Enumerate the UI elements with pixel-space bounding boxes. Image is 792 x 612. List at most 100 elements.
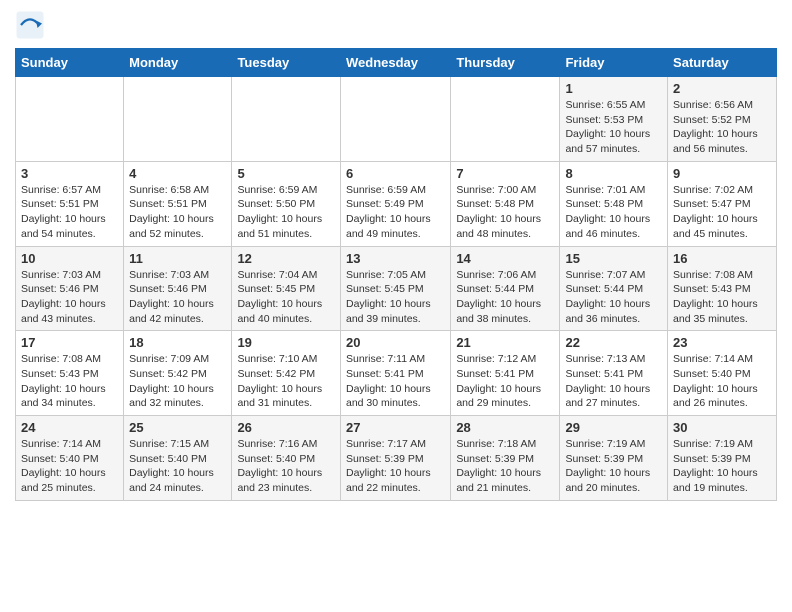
logo xyxy=(15,10,49,40)
day-number: 2 xyxy=(673,81,771,96)
calendar-cell: 14 Sunrise: 7:06 AM Sunset: 5:44 PM Dayli… xyxy=(451,246,560,331)
day-number: 28 xyxy=(456,420,554,435)
day-info: Sunrise: 7:17 AM Sunset: 5:39 PM Dayligh… xyxy=(346,437,445,496)
day-number: 16 xyxy=(673,251,771,266)
day-info: Sunrise: 7:05 AM Sunset: 5:45 PM Dayligh… xyxy=(346,268,445,327)
day-info: Sunrise: 6:56 AM Sunset: 5:52 PM Dayligh… xyxy=(673,98,771,157)
day-info: Sunrise: 6:55 AM Sunset: 5:53 PM Dayligh… xyxy=(565,98,662,157)
day-info: Sunrise: 6:58 AM Sunset: 5:51 PM Dayligh… xyxy=(129,183,226,242)
page-header xyxy=(15,10,777,40)
day-number: 4 xyxy=(129,166,226,181)
day-info: Sunrise: 6:59 AM Sunset: 5:50 PM Dayligh… xyxy=(237,183,335,242)
calendar-cell: 9 Sunrise: 7:02 AM Sunset: 5:47 PM Daylig… xyxy=(668,161,777,246)
day-number: 8 xyxy=(565,166,662,181)
calendar-cell xyxy=(124,77,232,162)
day-number: 27 xyxy=(346,420,445,435)
calendar-cell: 29 Sunrise: 7:19 AM Sunset: 5:39 PM Dayli… xyxy=(560,416,668,501)
day-info: Sunrise: 7:14 AM Sunset: 5:40 PM Dayligh… xyxy=(673,352,771,411)
day-number: 3 xyxy=(21,166,118,181)
calendar-cell: 8 Sunrise: 7:01 AM Sunset: 5:48 PM Daylig… xyxy=(560,161,668,246)
day-info: Sunrise: 7:06 AM Sunset: 5:44 PM Dayligh… xyxy=(456,268,554,327)
day-number: 19 xyxy=(237,335,335,350)
day-number: 29 xyxy=(565,420,662,435)
calendar-cell: 28Sunrise: 7:18 AM Sunset: 5:39 PM Dayli… xyxy=(451,416,560,501)
day-number: 10 xyxy=(21,251,118,266)
day-info: Sunrise: 7:11 AM Sunset: 5:41 PM Dayligh… xyxy=(346,352,445,411)
calendar-cell: 15Sunrise: 7:07 AM Sunset: 5:44 PM Dayli… xyxy=(560,246,668,331)
calendar-cell: 23Sunrise: 7:14 AM Sunset: 5:40 PM Dayli… xyxy=(668,331,777,416)
day-info: Sunrise: 6:59 AM Sunset: 5:49 PM Dayligh… xyxy=(346,183,445,242)
day-number: 15 xyxy=(565,251,662,266)
weekday-header: Sunday xyxy=(16,49,124,77)
weekday-header: Saturday xyxy=(668,49,777,77)
calendar-cell: 24 Sunrise: 7:14 AM Sunset: 5:40 PM Dayli… xyxy=(16,416,124,501)
day-number: 30 xyxy=(673,420,771,435)
day-number: 6 xyxy=(346,166,445,181)
day-number: 25 xyxy=(129,420,226,435)
calendar-cell: 10 Sunrise: 7:03 AM Sunset: 5:46 PM Dayli… xyxy=(16,246,124,331)
calendar-week-row: 17 Sunrise: 7:08 AM Sunset: 5:43 PM Dayli… xyxy=(16,331,777,416)
calendar-cell: 19 Sunrise: 7:10 AM Sunset: 5:42 PM Dayli… xyxy=(232,331,341,416)
calendar-cell: 16Sunrise: 7:08 AM Sunset: 5:43 PM Dayli… xyxy=(668,246,777,331)
calendar-cell: 21 Sunrise: 7:12 AM Sunset: 5:41 PM Dayli… xyxy=(451,331,560,416)
calendar-week-row: 1Sunrise: 6:55 AM Sunset: 5:53 PM Daylig… xyxy=(16,77,777,162)
calendar-cell: 12 Sunrise: 7:04 AM Sunset: 5:45 PM Dayli… xyxy=(232,246,341,331)
day-number: 26 xyxy=(237,420,335,435)
day-number: 24 xyxy=(21,420,118,435)
calendar-cell: 11Sunrise: 7:03 AM Sunset: 5:46 PM Dayli… xyxy=(124,246,232,331)
calendar-cell: 25 Sunrise: 7:15 AM Sunset: 5:40 PM Dayli… xyxy=(124,416,232,501)
day-number: 21 xyxy=(456,335,554,350)
day-number: 18 xyxy=(129,335,226,350)
day-info: Sunrise: 7:00 AM Sunset: 5:48 PM Dayligh… xyxy=(456,183,554,242)
calendar-cell: 4 Sunrise: 6:58 AM Sunset: 5:51 PM Daylig… xyxy=(124,161,232,246)
weekday-header: Monday xyxy=(124,49,232,77)
calendar-cell xyxy=(451,77,560,162)
day-info: Sunrise: 7:10 AM Sunset: 5:42 PM Dayligh… xyxy=(237,352,335,411)
calendar-cell: 18 Sunrise: 7:09 AM Sunset: 5:42 PM Dayli… xyxy=(124,331,232,416)
day-info: Sunrise: 7:09 AM Sunset: 5:42 PM Dayligh… xyxy=(129,352,226,411)
day-info: Sunrise: 7:19 AM Sunset: 5:39 PM Dayligh… xyxy=(673,437,771,496)
day-info: Sunrise: 7:01 AM Sunset: 5:48 PM Dayligh… xyxy=(565,183,662,242)
calendar-cell: 3 Sunrise: 6:57 AM Sunset: 5:51 PM Daylig… xyxy=(16,161,124,246)
day-info: Sunrise: 7:08 AM Sunset: 5:43 PM Dayligh… xyxy=(21,352,118,411)
calendar-week-row: 24 Sunrise: 7:14 AM Sunset: 5:40 PM Dayli… xyxy=(16,416,777,501)
day-info: Sunrise: 7:12 AM Sunset: 5:41 PM Dayligh… xyxy=(456,352,554,411)
day-number: 13 xyxy=(346,251,445,266)
day-info: Sunrise: 7:04 AM Sunset: 5:45 PM Dayligh… xyxy=(237,268,335,327)
day-number: 7 xyxy=(456,166,554,181)
day-info: Sunrise: 7:03 AM Sunset: 5:46 PM Dayligh… xyxy=(129,268,226,327)
calendar-cell: 20Sunrise: 7:11 AM Sunset: 5:41 PM Dayli… xyxy=(340,331,450,416)
logo-icon xyxy=(15,10,45,40)
day-number: 14 xyxy=(456,251,554,266)
calendar-cell xyxy=(16,77,124,162)
day-info: Sunrise: 7:19 AM Sunset: 5:39 PM Dayligh… xyxy=(565,437,662,496)
calendar-cell: 6 Sunrise: 6:59 AM Sunset: 5:49 PM Daylig… xyxy=(340,161,450,246)
calendar-cell xyxy=(232,77,341,162)
calendar-cell: 7 Sunrise: 7:00 AM Sunset: 5:48 PM Daylig… xyxy=(451,161,560,246)
calendar-cell: 2 Sunrise: 6:56 AM Sunset: 5:52 PM Daylig… xyxy=(668,77,777,162)
day-number: 5 xyxy=(237,166,335,181)
day-info: Sunrise: 7:14 AM Sunset: 5:40 PM Dayligh… xyxy=(21,437,118,496)
calendar-cell: 30 Sunrise: 7:19 AM Sunset: 5:39 PM Dayli… xyxy=(668,416,777,501)
weekday-header: Thursday xyxy=(451,49,560,77)
day-info: Sunrise: 7:15 AM Sunset: 5:40 PM Dayligh… xyxy=(129,437,226,496)
calendar-cell: 5 Sunrise: 6:59 AM Sunset: 5:50 PM Daylig… xyxy=(232,161,341,246)
calendar-cell: 26Sunrise: 7:16 AM Sunset: 5:40 PM Dayli… xyxy=(232,416,341,501)
calendar-table: SundayMondayTuesdayWednesdayThursdayFrid… xyxy=(15,48,777,501)
weekday-header-row: SundayMondayTuesdayWednesdayThursdayFrid… xyxy=(16,49,777,77)
day-info: Sunrise: 6:57 AM Sunset: 5:51 PM Dayligh… xyxy=(21,183,118,242)
weekday-header: Tuesday xyxy=(232,49,341,77)
weekday-header: Wednesday xyxy=(340,49,450,77)
day-info: Sunrise: 7:13 AM Sunset: 5:41 PM Dayligh… xyxy=(565,352,662,411)
weekday-header: Friday xyxy=(560,49,668,77)
calendar-cell: 13 Sunrise: 7:05 AM Sunset: 5:45 PM Dayli… xyxy=(340,246,450,331)
calendar-cell xyxy=(340,77,450,162)
day-info: Sunrise: 7:02 AM Sunset: 5:47 PM Dayligh… xyxy=(673,183,771,242)
day-info: Sunrise: 7:03 AM Sunset: 5:46 PM Dayligh… xyxy=(21,268,118,327)
day-number: 17 xyxy=(21,335,118,350)
day-number: 9 xyxy=(673,166,771,181)
calendar-week-row: 10 Sunrise: 7:03 AM Sunset: 5:46 PM Dayli… xyxy=(16,246,777,331)
day-number: 12 xyxy=(237,251,335,266)
day-number: 22 xyxy=(565,335,662,350)
calendar-cell: 22 Sunrise: 7:13 AM Sunset: 5:41 PM Dayli… xyxy=(560,331,668,416)
